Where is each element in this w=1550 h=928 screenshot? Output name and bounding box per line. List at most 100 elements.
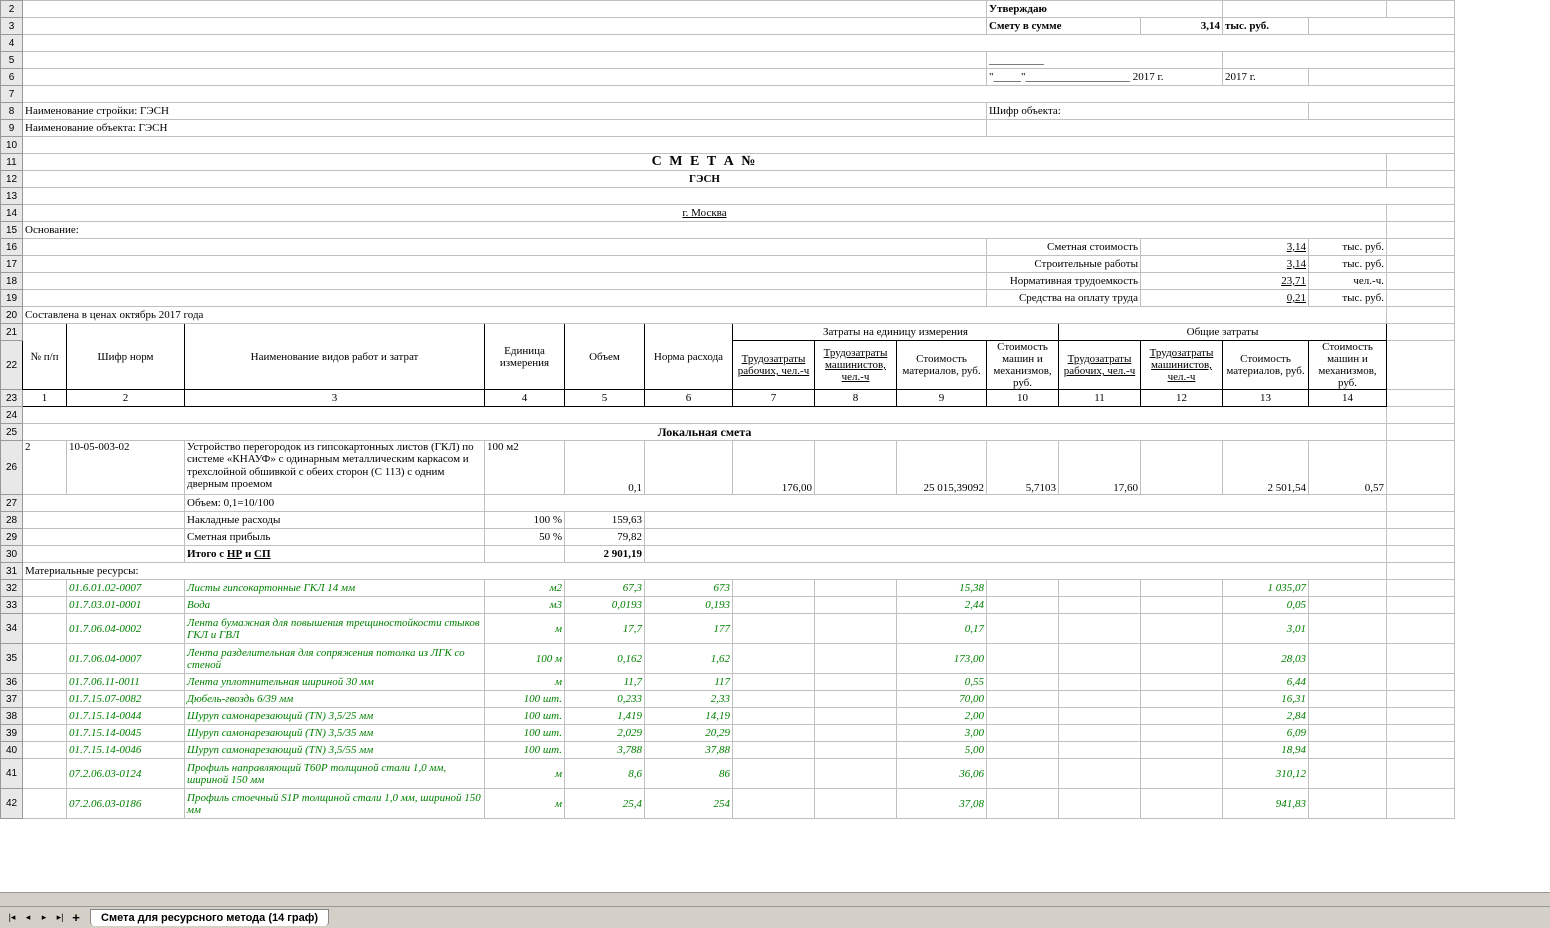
cell[interactable] <box>485 546 565 563</box>
cell[interactable]: 0,233 <box>565 691 645 708</box>
cell[interactable]: 37,08 <box>897 789 987 819</box>
cell[interactable] <box>815 644 897 674</box>
cell[interactable] <box>1059 789 1141 819</box>
cell[interactable]: Стоимость материалов, руб. <box>897 341 987 390</box>
cell[interactable] <box>1387 742 1455 759</box>
cell[interactable]: Норма расхода <box>645 324 733 390</box>
cell[interactable]: 11,7 <box>565 674 645 691</box>
cell[interactable]: 01.7.03.01-0001 <box>67 597 185 614</box>
cell[interactable]: 20,29 <box>645 725 733 742</box>
cell[interactable]: 0,17 <box>897 614 987 644</box>
cell[interactable]: 86 <box>645 759 733 789</box>
row-header[interactable]: 38 <box>1 708 23 725</box>
cell[interactable]: Объем <box>565 324 645 390</box>
cell[interactable] <box>23 18 987 35</box>
cell[interactable]: Стоимость материалов, руб. <box>1223 341 1309 390</box>
cell[interactable] <box>987 725 1059 742</box>
cell[interactable] <box>733 759 815 789</box>
cell[interactable]: 9 <box>897 390 987 407</box>
cell[interactable] <box>1387 546 1455 563</box>
row-header[interactable]: 12 <box>1 171 23 188</box>
cell[interactable]: Единица измерения <box>485 324 565 390</box>
cell[interactable]: 67,3 <box>565 580 645 597</box>
cell[interactable] <box>23 674 67 691</box>
row-header[interactable]: 41 <box>1 759 23 789</box>
cell[interactable] <box>1387 580 1455 597</box>
cell[interactable] <box>733 597 815 614</box>
cell[interactable]: 07.2.06.03-0124 <box>67 759 185 789</box>
cell[interactable] <box>815 441 897 495</box>
cell[interactable] <box>1141 742 1223 759</box>
cell[interactable] <box>23 614 67 644</box>
cell[interactable]: 7 <box>733 390 815 407</box>
cell[interactable] <box>23 86 1455 103</box>
cell[interactable]: Профиль направляющий Т60Р толщиной стали… <box>185 759 485 789</box>
cell[interactable]: Трудозатраты рабочих, чел.-ч <box>1059 341 1141 390</box>
cell[interactable] <box>1059 742 1141 759</box>
cell[interactable]: м3 <box>485 597 565 614</box>
cell[interactable] <box>1309 597 1387 614</box>
cell[interactable] <box>815 674 897 691</box>
cell[interactable] <box>1387 256 1455 273</box>
cell[interactable] <box>1223 52 1455 69</box>
cell[interactable]: 100 шт. <box>485 691 565 708</box>
cell[interactable] <box>1141 725 1223 742</box>
row-header[interactable]: 18 <box>1 273 23 290</box>
row-header[interactable]: 37 <box>1 691 23 708</box>
cell[interactable]: 3,14 <box>1141 18 1223 35</box>
row-header[interactable]: 30 <box>1 546 23 563</box>
cell[interactable] <box>1309 789 1387 819</box>
cell[interactable] <box>987 759 1059 789</box>
cell[interactable] <box>1387 424 1455 441</box>
cell[interactable]: 2,44 <box>897 597 987 614</box>
cell[interactable]: 0,57 <box>1309 441 1387 495</box>
cell[interactable] <box>1309 742 1387 759</box>
cell[interactable] <box>1059 580 1141 597</box>
row-header[interactable]: 42 <box>1 789 23 819</box>
cell[interactable] <box>1059 725 1141 742</box>
cell[interactable]: Листы гипсокартонные ГКЛ 14 мм <box>185 580 485 597</box>
cell[interactable] <box>23 580 67 597</box>
cell[interactable]: г. Москва <box>23 205 1387 222</box>
cell[interactable] <box>23 52 987 69</box>
cell[interactable]: Накладные расходы <box>185 512 485 529</box>
row-header[interactable]: 28 <box>1 512 23 529</box>
cell[interactable] <box>1387 341 1455 390</box>
cell[interactable] <box>23 512 185 529</box>
cell[interactable]: 6 <box>645 390 733 407</box>
cell[interactable] <box>23 597 67 614</box>
cell[interactable]: 941,83 <box>1223 789 1309 819</box>
cell[interactable] <box>1309 18 1455 35</box>
cell[interactable] <box>23 137 1455 154</box>
cell[interactable] <box>23 407 1387 424</box>
row-header[interactable]: 29 <box>1 529 23 546</box>
cell[interactable]: 25 015,39092 <box>897 441 987 495</box>
cell[interactable] <box>1387 1 1455 18</box>
cell[interactable]: 14,19 <box>645 708 733 725</box>
cell[interactable]: 673 <box>645 580 733 597</box>
cell[interactable] <box>1387 273 1455 290</box>
cell[interactable]: 14 <box>1309 390 1387 407</box>
cell[interactable] <box>987 614 1059 644</box>
cell[interactable] <box>1059 644 1141 674</box>
cell[interactable]: Наименование видов работ и затрат <box>185 324 485 390</box>
tab-first-icon[interactable]: |◂ <box>4 910 20 926</box>
cell[interactable]: 28,03 <box>1223 644 1309 674</box>
cell[interactable] <box>1141 441 1223 495</box>
cell[interactable]: 1 <box>23 390 67 407</box>
cell[interactable]: 15,38 <box>897 580 987 597</box>
cell[interactable]: Стоимость машин и механизмов, руб. <box>1309 341 1387 390</box>
cell[interactable]: Наименование объекта: ГЭСН <box>23 120 987 137</box>
cell[interactable]: 2,029 <box>565 725 645 742</box>
tab-prev-icon[interactable]: ◂ <box>20 910 36 926</box>
cell[interactable]: 0,05 <box>1223 597 1309 614</box>
cell[interactable] <box>23 691 67 708</box>
cell[interactable] <box>1059 708 1141 725</box>
cell[interactable]: 2 501,54 <box>1223 441 1309 495</box>
cell[interactable] <box>987 691 1059 708</box>
cell[interactable]: 2 <box>67 390 185 407</box>
cell[interactable] <box>23 759 67 789</box>
cell[interactable]: 11 <box>1059 390 1141 407</box>
cell[interactable] <box>1309 644 1387 674</box>
cell[interactable]: Дюбель-гвоздь 6/39 мм <box>185 691 485 708</box>
